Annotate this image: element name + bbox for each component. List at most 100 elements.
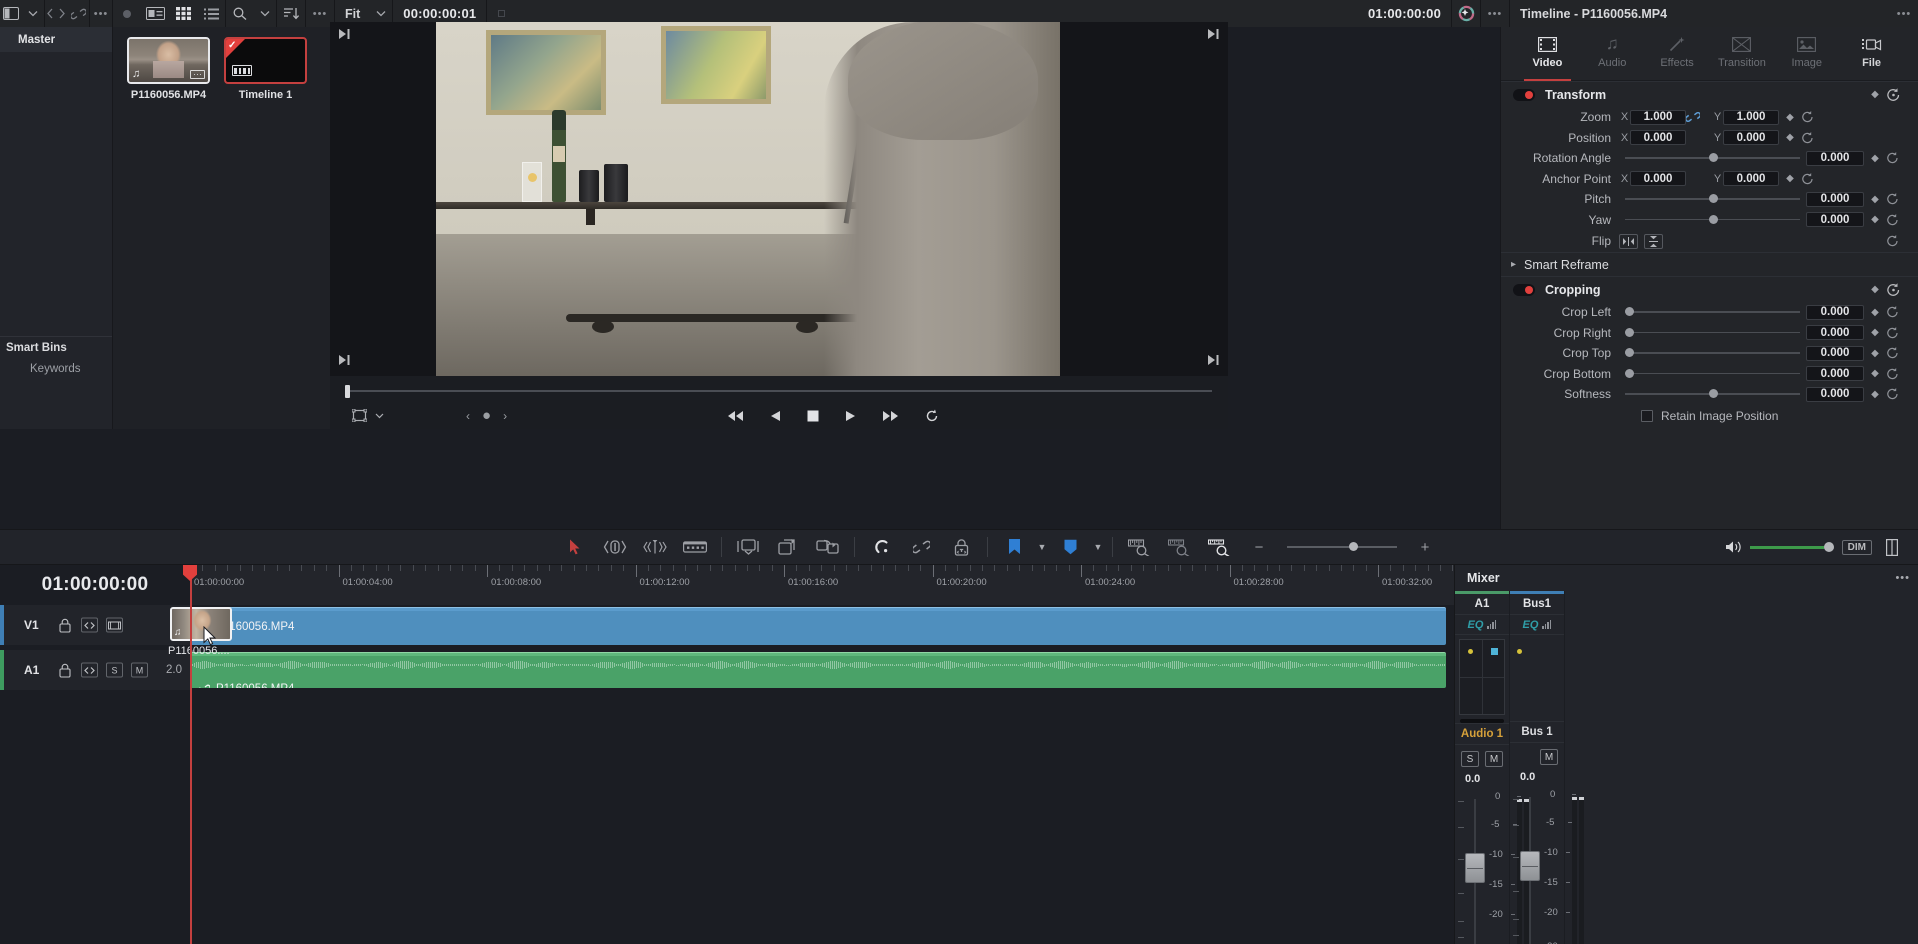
anchor-x-input[interactable]: 0.000	[1630, 171, 1686, 187]
smart-bin-keywords[interactable]: Keywords	[0, 358, 112, 380]
chevron-down-icon[interactable]: ▼	[1090, 542, 1106, 552]
rotation-angle-input[interactable]: 0.000	[1806, 150, 1864, 166]
linked-selection-icon[interactable]	[901, 529, 941, 565]
viewer-zoom-label[interactable]: Fit	[335, 7, 370, 21]
keyframe-icon[interactable]: ◆	[1864, 89, 1886, 100]
reset-icon[interactable]	[1886, 193, 1910, 205]
reset-icon[interactable]	[1886, 326, 1910, 339]
retain-image-position-checkbox[interactable]	[1641, 409, 1653, 422]
chevron-down-icon[interactable]	[22, 0, 44, 27]
keyframe-icon[interactable]: ◆	[1864, 153, 1886, 164]
timeline-clip-a1[interactable]: P1160056.MP4	[190, 652, 1446, 688]
reset-icon[interactable]	[1801, 131, 1825, 144]
timeline-current-timecode[interactable]: 01:00:00:00	[0, 565, 190, 605]
fader-handle[interactable]	[1520, 851, 1540, 881]
prev-marker-icon[interactable]: ‹	[466, 409, 470, 423]
list-view-icon[interactable]	[197, 0, 225, 27]
marker-dot-icon[interactable]: ●	[482, 407, 491, 424]
zoom-y-input[interactable]: 1.000	[1723, 109, 1779, 125]
metadata-view-icon[interactable]	[141, 0, 169, 27]
insert-clip-icon[interactable]	[728, 529, 768, 565]
video-enable-icon[interactable]	[106, 617, 123, 633]
reset-icon[interactable]	[1886, 306, 1910, 318]
chevron-down-icon[interactable]	[254, 0, 276, 27]
reset-icon[interactable]	[1886, 87, 1910, 102]
overwrite-clip-icon[interactable]	[768, 529, 808, 565]
timeline-clip-v1[interactable]: P1160056.MP4	[190, 607, 1446, 645]
search-icon[interactable]	[226, 0, 254, 27]
drag-ghost-thumbnail[interactable]: ♫	[170, 607, 232, 641]
jump-to-in-icon[interactable]	[338, 28, 351, 40]
fit-timeline-icon[interactable]	[1119, 529, 1159, 565]
reset-icon[interactable]	[1886, 282, 1910, 297]
yaw-slider[interactable]	[1625, 210, 1800, 230]
tab-transition[interactable]: Transition	[1709, 31, 1774, 80]
tab-effects[interactable]: Effects	[1645, 31, 1710, 80]
scrubber-playhead[interactable]	[345, 384, 350, 398]
media-pool-item-timeline[interactable]: ✓ Timeline 1	[224, 37, 307, 101]
mixer-strip-a1[interactable]: A1 EQ Audio 1 S M 0.0 0 -5 -10 -15 -20	[1455, 591, 1529, 944]
flip-vertical-button[interactable]	[1644, 233, 1663, 249]
transform-enable-toggle[interactable]	[1513, 88, 1535, 101]
strip-name-label[interactable]: Bus 1	[1510, 721, 1564, 743]
tab-image[interactable]: Image	[1774, 31, 1839, 80]
inspector-more-icon[interactable]: •••	[1890, 0, 1918, 27]
strip-gain-value[interactable]: 0.0	[1510, 771, 1564, 787]
section-transform[interactable]: Transform ◆	[1501, 81, 1918, 107]
keyframe-icon[interactable]: ◆	[1864, 348, 1886, 359]
softness-input[interactable]: 0.000	[1806, 386, 1864, 402]
reset-icon[interactable]	[1801, 172, 1825, 185]
viewer-scrubber[interactable]	[330, 380, 1228, 402]
reset-icon[interactable]	[1886, 152, 1910, 164]
source-timecode[interactable]: 00:00:00:01	[393, 6, 486, 21]
link-icon[interactable]	[67, 0, 89, 27]
more-options-icon[interactable]: •••	[90, 0, 112, 27]
timeline-ruler[interactable]: 01:00:00:00 01:00:04:00 01:00:08:00 01:00:1…	[190, 565, 1454, 605]
strip-name-label[interactable]: Audio 1	[1455, 723, 1509, 745]
media-pool-item-video[interactable]: ♫ P1160056.MP4	[127, 37, 210, 101]
mute-button[interactable]: M	[1485, 751, 1503, 767]
row-retain-image-position[interactable]: Retain Image Position	[1501, 405, 1918, 427]
flip-horizontal-button[interactable]	[1619, 233, 1638, 249]
zoom-in-button[interactable]: +	[1405, 529, 1445, 565]
monitor-volume-slider[interactable]	[1749, 541, 1834, 552]
chevron-down-icon[interactable]	[375, 413, 384, 419]
keyframe-icon[interactable]: ◆	[1779, 132, 1801, 143]
smart-bins-header[interactable]: Smart Bins	[0, 336, 112, 358]
fader-handle[interactable]	[1465, 853, 1485, 883]
sort-icon[interactable]	[277, 0, 305, 27]
pitch-input[interactable]: 0.000	[1806, 191, 1864, 207]
track-header-v1[interactable]: V1	[0, 605, 190, 645]
clip-thumbnail[interactable]: ♫	[127, 37, 210, 84]
jump-to-out-icon[interactable]	[338, 354, 351, 366]
reset-icon[interactable]	[1886, 347, 1910, 359]
mixer-more-icon[interactable]: •••	[1895, 572, 1910, 584]
solo-button[interactable]: S	[1461, 751, 1479, 767]
tab-video[interactable]: Video	[1515, 31, 1580, 81]
keyframe-icon[interactable]: ◆	[1864, 307, 1886, 318]
timeline-playhead[interactable]	[190, 565, 192, 944]
position-y-input[interactable]: 0.000	[1723, 130, 1779, 146]
more-options-icon[interactable]: •••	[1481, 0, 1509, 27]
jump-to-out-right-icon[interactable]	[1207, 354, 1220, 366]
zoom-x-input[interactable]: 1.000	[1630, 109, 1686, 125]
play-icon[interactable]	[845, 410, 856, 422]
crop-right-input[interactable]: 0.000	[1806, 325, 1864, 341]
softness-slider[interactable]	[1625, 384, 1800, 404]
timeline-thumbnail[interactable]: ✓	[224, 37, 307, 84]
eq-curve-graph[interactable]	[1459, 639, 1522, 715]
timeline-zoom-slider[interactable]	[1287, 542, 1397, 551]
custom-zoom-icon[interactable]	[1199, 529, 1239, 565]
panel-layout-icon[interactable]	[0, 0, 22, 27]
keyframe-icon[interactable]: ◆	[1864, 214, 1886, 225]
track-header-a1[interactable]: A1 S M 2.0	[0, 650, 190, 690]
skip-forward-icon[interactable]	[882, 410, 899, 422]
code-brackets-icon[interactable]	[45, 0, 67, 27]
mute-icon[interactable]: M	[131, 662, 148, 678]
flag-icon[interactable]	[994, 529, 1034, 565]
zoom-detail-icon[interactable]	[1159, 529, 1199, 565]
mute-button[interactable]: M	[1540, 749, 1558, 765]
clip-options-icon[interactable]	[190, 70, 205, 79]
keyframe-icon[interactable]: ◆	[1864, 284, 1886, 295]
chevron-down-icon[interactable]: ▼	[1034, 542, 1050, 552]
